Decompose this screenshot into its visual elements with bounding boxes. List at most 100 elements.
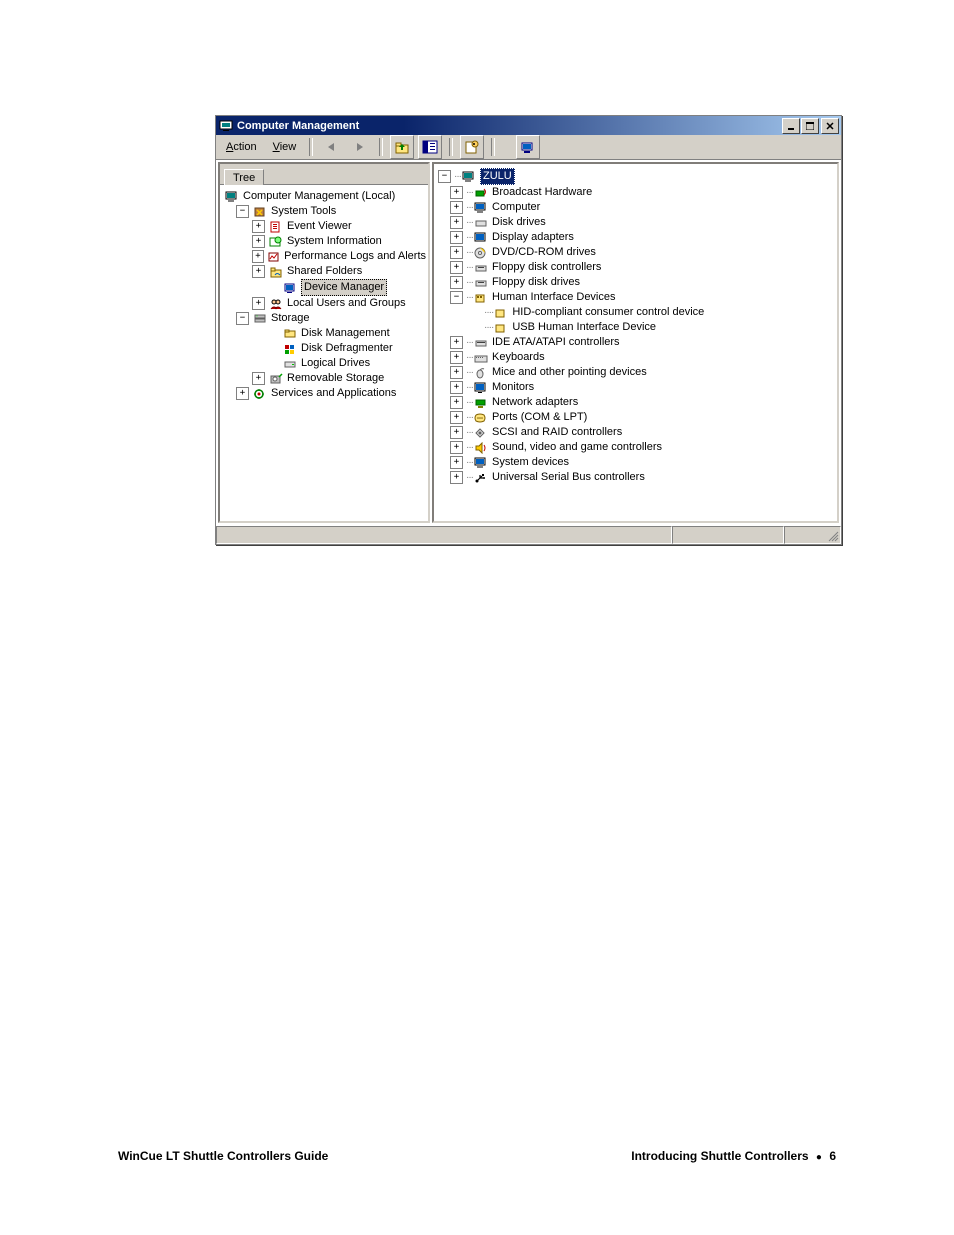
tree-logical-drives[interactable]: Logical Drives: [222, 356, 426, 371]
device-sound[interactable]: +···Sound, video and game controllers: [436, 440, 835, 455]
tab-tree[interactable]: Tree: [224, 169, 264, 185]
hid-device-icon: [493, 306, 509, 320]
device-broadcast-hardware[interactable]: +···Broadcast Hardware: [436, 185, 835, 200]
expand-icon[interactable]: +: [450, 456, 463, 469]
device-manager-icon: [282, 281, 298, 295]
collapse-icon[interactable]: −: [450, 291, 463, 304]
expand-icon[interactable]: +: [450, 381, 463, 394]
device-usb[interactable]: +···Universal Serial Bus controllers: [436, 470, 835, 485]
expand-icon[interactable]: +: [450, 351, 463, 364]
collapse-icon[interactable]: −: [236, 205, 249, 218]
device-computer[interactable]: +···Computer: [436, 200, 835, 215]
collapse-icon[interactable]: −: [236, 312, 249, 325]
device-usb-hid[interactable]: ····USB Human Interface Device: [436, 320, 835, 335]
minimize-button[interactable]: [782, 118, 800, 134]
expand-icon[interactable]: +: [252, 220, 265, 233]
status-bar: [216, 525, 841, 544]
device-floppy-controllers[interactable]: +···Floppy disk controllers: [436, 260, 835, 275]
device-system[interactable]: +···System devices: [436, 455, 835, 470]
keyboard-icon: [473, 351, 489, 365]
tree-disk-management[interactable]: Disk Management: [222, 326, 426, 341]
tree-device-manager[interactable]: Device Manager: [222, 279, 426, 296]
expand-icon[interactable]: +: [450, 276, 463, 289]
expand-icon[interactable]: +: [252, 250, 264, 263]
device-ports[interactable]: +···Ports (COM & LPT): [436, 410, 835, 425]
device-root[interactable]: − ··· ZULU: [436, 168, 835, 185]
device-hid-consumer[interactable]: ····HID-compliant consumer control devic…: [436, 305, 835, 320]
tree-local-users[interactable]: + Local Users and Groups: [222, 296, 426, 311]
up-folder-button[interactable]: [390, 135, 414, 159]
expand-icon[interactable]: +: [252, 297, 265, 310]
footer-right: Introducing Shuttle Controllers ● 6: [631, 1149, 836, 1163]
expand-icon[interactable]: +: [450, 396, 463, 409]
device-hid[interactable]: −···Human Interface Devices: [436, 290, 835, 305]
expand-icon[interactable]: +: [450, 336, 463, 349]
expand-icon[interactable]: +: [450, 201, 463, 214]
page-footer: WinCue LT Shuttle Controllers Guide Intr…: [118, 1149, 836, 1163]
expand-icon[interactable]: +: [450, 411, 463, 424]
properties-button[interactable]: [460, 135, 484, 159]
tree-shared-folders[interactable]: + Shared Folders: [222, 264, 426, 279]
collapse-icon[interactable]: −: [438, 170, 451, 183]
device-scsi[interactable]: +···SCSI and RAID controllers: [436, 425, 835, 440]
ide-icon: [473, 336, 489, 350]
display-icon: [473, 231, 489, 245]
tree-perf-logs[interactable]: + Performance Logs and Alerts: [222, 249, 426, 264]
resize-grip[interactable]: [784, 526, 841, 544]
usb-icon: [473, 471, 489, 485]
mouse-icon: [473, 366, 489, 380]
expand-icon[interactable]: +: [450, 471, 463, 484]
expand-icon[interactable]: +: [450, 216, 463, 229]
expand-icon[interactable]: +: [252, 265, 265, 278]
forward-button[interactable]: [348, 135, 372, 159]
tree-removable-storage[interactable]: + Removable Storage: [222, 371, 426, 386]
menu-view[interactable]: View: [267, 139, 303, 155]
separator: [491, 138, 495, 156]
expand-icon[interactable]: +: [450, 261, 463, 274]
expand-icon[interactable]: +: [450, 231, 463, 244]
floppy-ctrl-icon: [473, 261, 489, 275]
tree-system-tools[interactable]: − System Tools: [222, 204, 426, 219]
shared-folder-icon: [268, 265, 284, 279]
tree-system-information[interactable]: + System Information: [222, 234, 426, 249]
title-bar[interactable]: Computer Management: [216, 116, 841, 135]
device-network[interactable]: +···Network adapters: [436, 395, 835, 410]
device-display-adapters[interactable]: +···Display adapters: [436, 230, 835, 245]
close-button[interactable]: [821, 118, 839, 134]
tree-storage[interactable]: − Storage: [222, 311, 426, 326]
expand-icon[interactable]: +: [450, 441, 463, 454]
device-floppy-drives[interactable]: +···Floppy disk drives: [436, 275, 835, 290]
status-main: [216, 526, 672, 544]
expand-icon[interactable]: +: [450, 246, 463, 259]
expand-icon[interactable]: +: [236, 387, 249, 400]
device-keyboards[interactable]: +···Keyboards: [436, 350, 835, 365]
device-ide[interactable]: +···IDE ATA/ATAPI controllers: [436, 335, 835, 350]
menu-action[interactable]: Action: [220, 139, 263, 155]
expand-icon[interactable]: +: [450, 366, 463, 379]
tree-disk-defrag[interactable]: Disk Defragmenter: [222, 341, 426, 356]
show-hide-tree-button[interactable]: [418, 135, 442, 159]
device-tree-pane[interactable]: − ··· ZULU +···Broadcast Hardware +···Co…: [432, 162, 839, 523]
device-dvd-cdrom[interactable]: +···DVD/CD-ROM drives: [436, 245, 835, 260]
services-icon: [252, 387, 268, 401]
maximize-button[interactable]: [801, 118, 819, 134]
expand-icon[interactable]: +: [450, 426, 463, 439]
computer-icon: [224, 190, 240, 204]
tree-event-viewer[interactable]: + Event Viewer: [222, 219, 426, 234]
back-button[interactable]: [320, 135, 344, 159]
device-disk-drives[interactable]: +···Disk drives: [436, 215, 835, 230]
tree-root-computer-management[interactable]: Computer Management (Local): [222, 189, 426, 204]
port-icon: [473, 411, 489, 425]
expand-icon[interactable]: +: [450, 186, 463, 199]
event-viewer-icon: [268, 220, 284, 234]
tree-services-apps[interactable]: + Services and Applications: [222, 386, 426, 401]
perf-icon: [267, 250, 281, 264]
console-tree[interactable]: Computer Management (Local) − System Too…: [220, 185, 428, 405]
network-icon: [473, 396, 489, 410]
window-title: Computer Management: [237, 120, 781, 132]
expand-icon[interactable]: +: [252, 372, 265, 385]
device-monitors[interactable]: +···Monitors: [436, 380, 835, 395]
device-view-button[interactable]: [516, 135, 540, 159]
device-mice[interactable]: +···Mice and other pointing devices: [436, 365, 835, 380]
expand-icon[interactable]: +: [252, 235, 265, 248]
